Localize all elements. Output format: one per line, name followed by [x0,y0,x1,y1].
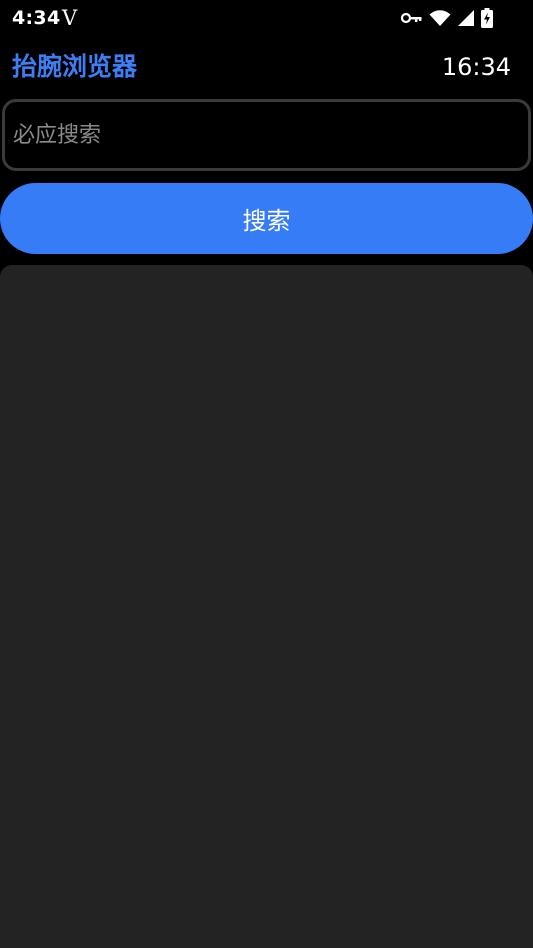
app-notification-icon: V [62,6,78,30]
status-icons [401,8,493,28]
wifi-icon [429,9,451,27]
status-bar: 4:34 V [0,0,533,36]
content-panel [0,265,533,948]
battery-charging-icon [481,8,493,28]
clock: 16:34 [441,53,511,81]
status-time: 4:34 [12,7,61,29]
key-icon [401,12,423,24]
search-box [2,99,531,171]
search-button[interactable]: 搜索 [0,183,533,254]
search-input[interactable] [13,102,518,168]
app-title: 抬腕浏览器 [12,52,138,81]
signal-icon [457,9,475,27]
